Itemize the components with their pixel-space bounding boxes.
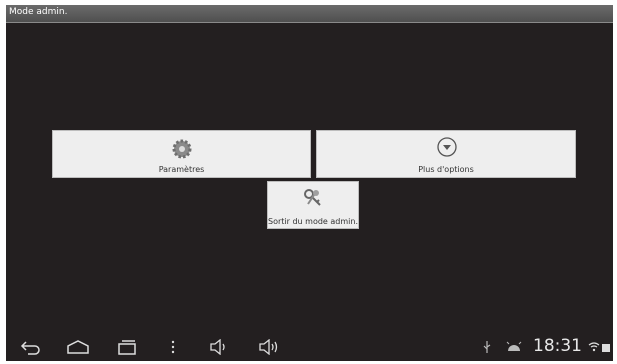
more-options-button[interactable]: Plus d'options (316, 130, 576, 178)
wifi-icon (588, 342, 600, 352)
window-title: Mode admin. (9, 7, 68, 17)
keys-icon (304, 189, 321, 206)
home-icon[interactable] (66, 339, 90, 355)
navigation-bar: 18:31 (6, 333, 613, 361)
settings-label: Paramètres (158, 165, 205, 174)
menu-icon[interactable] (169, 339, 177, 355)
battery-icon (602, 344, 610, 352)
chevron-down-circle-icon (437, 137, 457, 157)
more-options-label: Plus d'options (418, 165, 474, 174)
title-bar: Mode admin. (6, 5, 613, 23)
gear-icon (172, 139, 192, 159)
exit-admin-label: Sortir du mode admin. (268, 217, 358, 226)
usb-icon (483, 341, 491, 353)
back-icon[interactable] (20, 339, 42, 355)
clock: 18:31 (533, 336, 582, 356)
settings-button[interactable]: Paramètres (52, 130, 311, 178)
volume-down-icon[interactable] (209, 339, 231, 355)
exit-admin-button[interactable]: Sortir du mode admin. (267, 181, 359, 229)
volume-up-icon[interactable] (258, 339, 282, 355)
android-debug-icon (506, 341, 522, 351)
recent-apps-icon[interactable] (116, 339, 138, 355)
screen: Mode admin. Paramètres Plus d'options So… (6, 5, 613, 361)
